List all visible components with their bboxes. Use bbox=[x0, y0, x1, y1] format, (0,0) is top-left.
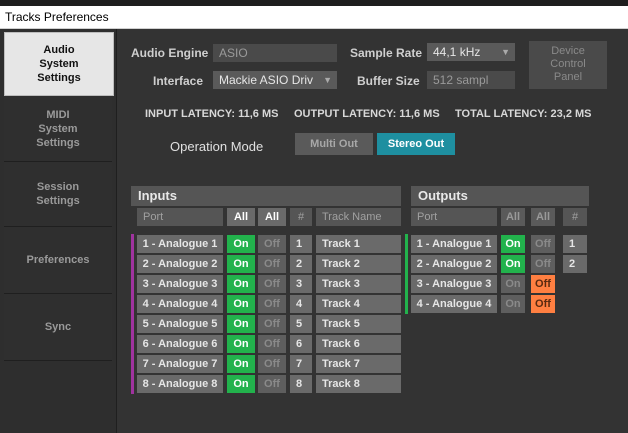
input-port-name: 3 - Analogue 3 bbox=[137, 275, 223, 293]
sidebar-item-audio-system-settings[interactable]: Audio System Settings bbox=[4, 32, 114, 96]
sample-rate-value: 44,1 kHz bbox=[433, 45, 481, 59]
input-off-toggle[interactable]: Off bbox=[258, 255, 286, 273]
output-port-name: 3 - Analogue 3 bbox=[411, 275, 497, 293]
output-port-name: 2 - Analogue 2 bbox=[411, 255, 497, 273]
output-off-toggle[interactable]: Off bbox=[531, 295, 555, 313]
outputs-all-off-button[interactable]: All bbox=[531, 208, 555, 226]
input-on-toggle[interactable]: On bbox=[227, 275, 255, 293]
input-off-toggle[interactable]: Off bbox=[258, 235, 286, 253]
input-track-number: 4 bbox=[290, 295, 312, 313]
chevron-down-icon: ▼ bbox=[501, 47, 510, 57]
output-port-name: 1 - Analogue 1 bbox=[411, 235, 497, 253]
interface-dropdown[interactable]: Mackie ASIO Driv ▼ bbox=[213, 71, 337, 89]
input-on-toggle[interactable]: On bbox=[227, 335, 255, 353]
audio-engine-field: ASIO bbox=[213, 44, 337, 62]
device-control-panel-button[interactable]: Device Control Panel bbox=[529, 41, 607, 89]
input-port-name: 2 - Analogue 2 bbox=[137, 255, 223, 273]
input-track-name[interactable]: Track 1 bbox=[316, 235, 401, 253]
output-on-toggle[interactable]: On bbox=[501, 295, 525, 313]
input-track-number: 1 bbox=[290, 235, 312, 253]
sample-rate-dropdown[interactable]: 44,1 kHz ▼ bbox=[427, 43, 515, 61]
input-off-toggle[interactable]: Off bbox=[258, 355, 286, 373]
inputs-number-header: # bbox=[290, 208, 312, 226]
outputs-header: Outputs bbox=[411, 186, 589, 206]
input-off-toggle[interactable]: Off bbox=[258, 335, 286, 353]
input-track-name[interactable]: Track 6 bbox=[316, 335, 401, 353]
buffer-size-field[interactable]: 512 sampl bbox=[427, 71, 515, 89]
stereo-out-button[interactable]: Stereo Out bbox=[377, 133, 455, 155]
output-on-toggle[interactable]: On bbox=[501, 255, 525, 273]
outputs-color-bar bbox=[405, 234, 408, 314]
sample-rate-label: Sample Rate bbox=[350, 46, 423, 60]
inputs-port-header: Port bbox=[137, 208, 223, 226]
input-port-name: 4 - Analogue 4 bbox=[137, 295, 223, 313]
input-track-number: 7 bbox=[290, 355, 312, 373]
input-port-name: 7 - Analogue 7 bbox=[137, 355, 223, 373]
interface-value: Mackie ASIO Driv bbox=[219, 73, 314, 87]
output-channel-number: 1 bbox=[563, 235, 587, 253]
interface-label: Interface bbox=[153, 74, 204, 88]
sidebar: Audio System Settings MIDI System Settin… bbox=[0, 29, 117, 433]
chevron-down-icon: ▼ bbox=[323, 75, 332, 85]
total-latency: TOTAL LATENCY: 23,2 MS bbox=[455, 108, 592, 120]
multi-out-button[interactable]: Multi Out bbox=[295, 133, 373, 155]
input-on-toggle[interactable]: On bbox=[227, 355, 255, 373]
input-on-toggle[interactable]: On bbox=[227, 315, 255, 333]
sidebar-item-preferences[interactable]: Preferences bbox=[4, 227, 112, 294]
input-track-number: 5 bbox=[290, 315, 312, 333]
window-title: Tracks Preferences bbox=[5, 10, 109, 24]
input-track-name[interactable]: Track 3 bbox=[316, 275, 401, 293]
input-on-toggle[interactable]: On bbox=[227, 295, 255, 313]
input-track-name[interactable]: Track 5 bbox=[316, 315, 401, 333]
input-port-name: 8 - Analogue 8 bbox=[137, 375, 223, 393]
preferences-window: Tracks Preferences Audio System Settings… bbox=[0, 0, 628, 433]
output-off-toggle[interactable]: Off bbox=[531, 235, 555, 253]
audio-engine-label: Audio Engine bbox=[131, 46, 209, 60]
buffer-size-label: Buffer Size bbox=[357, 74, 420, 88]
output-port-name: 4 - Analogue 4 bbox=[411, 295, 497, 313]
output-on-toggle[interactable]: On bbox=[501, 275, 525, 293]
input-latency: INPUT LATENCY: 11,6 MS bbox=[145, 108, 279, 120]
inputs-all-off-button[interactable]: All bbox=[258, 208, 286, 226]
output-on-toggle[interactable]: On bbox=[501, 235, 525, 253]
output-latency: OUTPUT LATENCY: 11,6 MS bbox=[294, 108, 440, 120]
input-track-name[interactable]: Track 8 bbox=[316, 375, 401, 393]
input-track-name[interactable]: Track 4 bbox=[316, 295, 401, 313]
input-track-number: 8 bbox=[290, 375, 312, 393]
sidebar-item-midi-system-settings[interactable]: MIDI System Settings bbox=[4, 97, 112, 162]
operation-mode-label: Operation Mode bbox=[170, 139, 264, 154]
input-on-toggle[interactable]: On bbox=[227, 235, 255, 253]
outputs-number-header: # bbox=[563, 208, 587, 226]
input-port-name: 1 - Analogue 1 bbox=[137, 235, 223, 253]
sidebar-item-sync[interactable]: Sync bbox=[4, 294, 112, 361]
output-off-toggle[interactable]: Off bbox=[531, 255, 555, 273]
input-off-toggle[interactable]: Off bbox=[258, 275, 286, 293]
input-off-toggle[interactable]: Off bbox=[258, 315, 286, 333]
input-track-name[interactable]: Track 7 bbox=[316, 355, 401, 373]
audio-settings-panel: Audio Engine ASIO Interface Mackie ASIO … bbox=[117, 29, 628, 433]
input-track-number: 6 bbox=[290, 335, 312, 353]
input-on-toggle[interactable]: On bbox=[227, 255, 255, 273]
input-track-number: 3 bbox=[290, 275, 312, 293]
title-bar: Tracks Preferences bbox=[0, 6, 628, 29]
input-track-number: 2 bbox=[290, 255, 312, 273]
outputs-all-on-button[interactable]: All bbox=[501, 208, 525, 226]
inputs-track-name-header: Track Name bbox=[316, 208, 401, 226]
output-channel-number: 2 bbox=[563, 255, 587, 273]
input-off-toggle[interactable]: Off bbox=[258, 295, 286, 313]
input-track-name[interactable]: Track 2 bbox=[316, 255, 401, 273]
input-port-name: 5 - Analogue 5 bbox=[137, 315, 223, 333]
input-on-toggle[interactable]: On bbox=[227, 375, 255, 393]
inputs-all-on-button[interactable]: All bbox=[227, 208, 255, 226]
output-off-toggle[interactable]: Off bbox=[531, 275, 555, 293]
inputs-header: Inputs bbox=[131, 186, 401, 206]
inputs-color-bar bbox=[131, 234, 134, 394]
outputs-port-header: Port bbox=[411, 208, 497, 226]
input-port-name: 6 - Analogue 6 bbox=[137, 335, 223, 353]
input-off-toggle[interactable]: Off bbox=[258, 375, 286, 393]
sidebar-item-session-settings[interactable]: Session Settings bbox=[4, 162, 112, 227]
